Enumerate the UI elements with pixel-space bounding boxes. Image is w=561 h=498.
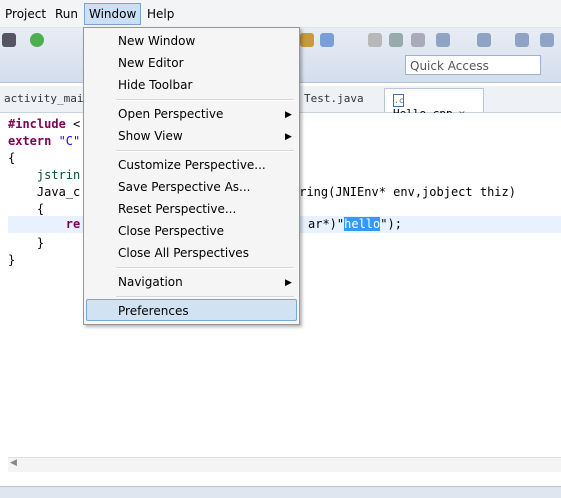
code-line: extern "C" xyxy=(8,134,81,148)
code-line: } xyxy=(8,253,16,267)
horizontal-scrollbar[interactable]: ◀ xyxy=(8,457,561,472)
code-line: Java_c tring(JNIEnv* env,jobject thiz) xyxy=(8,185,516,199)
menu-item-new-window[interactable]: New Window xyxy=(118,30,195,52)
pilcrow-icon[interactable] xyxy=(411,33,425,47)
code-line: #include < xyxy=(8,117,81,131)
selected-text: hello xyxy=(344,217,381,231)
menu-item-reset-perspective[interactable]: Reset Perspective... xyxy=(118,198,236,220)
navigate-icon[interactable] xyxy=(477,33,491,47)
list-icon[interactable] xyxy=(389,33,403,47)
menu-separator xyxy=(116,150,294,152)
code-line: { xyxy=(8,151,16,165)
brush-icon[interactable] xyxy=(320,33,334,47)
code-line: } xyxy=(8,236,45,250)
menu-separator xyxy=(116,267,294,269)
code-line: re ar*)"hello"); xyxy=(8,217,402,231)
menu-item-show-view[interactable]: Show View xyxy=(118,125,183,147)
menu-help[interactable]: Help xyxy=(143,4,178,24)
annotation-icon[interactable] xyxy=(436,33,450,47)
menu-item-open-perspective[interactable]: Open Perspective xyxy=(118,103,223,125)
pencil-icon[interactable] xyxy=(368,33,382,47)
submenu-arrow-icon: ▶ xyxy=(285,278,292,288)
bottom-panel-bar xyxy=(0,486,561,498)
forward-arrow-icon[interactable] xyxy=(540,33,554,47)
menu-item-close-all-perspectives[interactable]: Close All Perspectives xyxy=(118,242,249,264)
menu-item-customize-perspective[interactable]: Customize Perspective... xyxy=(118,154,266,176)
menu-item-preferences[interactable]: Preferences xyxy=(118,300,189,322)
menu-item-navigation[interactable]: Navigation xyxy=(118,271,183,293)
submenu-arrow-icon: ▶ xyxy=(285,132,292,142)
package-icon[interactable] xyxy=(300,33,314,47)
back-arrow-icon[interactable] xyxy=(515,33,529,47)
menu-run[interactable]: Run xyxy=(51,4,82,24)
menu-separator xyxy=(116,99,294,101)
run-icon[interactable] xyxy=(30,33,44,47)
window-menu-dropdown: New Window New Editor Hide Toolbar Open … xyxy=(83,27,300,325)
menu-bar: Project Run Window Help xyxy=(0,0,561,28)
submenu-arrow-icon: ▶ xyxy=(285,110,292,120)
tab-hello-cpp[interactable]: .cHello.cpp✕ xyxy=(384,88,484,120)
menu-separator xyxy=(116,296,294,298)
tab-test-java[interactable]: Test.java xyxy=(304,92,364,105)
quick-access-input[interactable]: Quick Access xyxy=(405,55,541,75)
cpp-file-icon: .c xyxy=(393,93,404,107)
code-line: jstrin xyxy=(8,168,81,182)
menu-item-save-perspective-as[interactable]: Save Perspective As... xyxy=(118,176,251,198)
menu-item-hide-toolbar[interactable]: Hide Toolbar xyxy=(118,74,192,96)
menu-project[interactable]: Project xyxy=(1,4,50,24)
scroll-left-icon[interactable]: ◀ xyxy=(10,458,17,468)
menu-window[interactable]: Window xyxy=(84,3,142,25)
menu-item-close-perspective[interactable]: Close Perspective xyxy=(118,220,224,242)
toolbar-icon[interactable] xyxy=(2,33,16,47)
menu-item-new-editor[interactable]: New Editor xyxy=(118,52,184,74)
